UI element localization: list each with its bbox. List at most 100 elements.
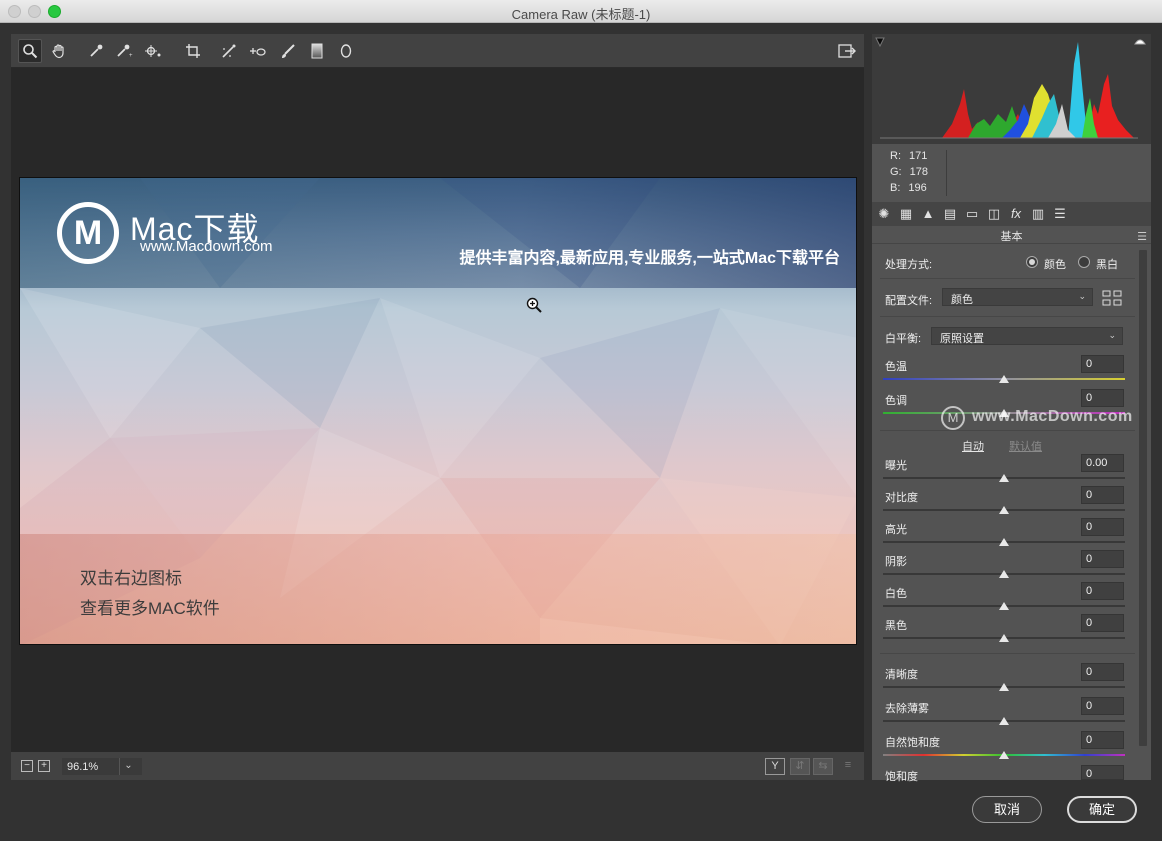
panel-tabs: ✺ ▦ ▲ ▤ ▭ ◫ fx ▥ ☰ (872, 202, 1151, 226)
copy-settings-button[interactable]: ⇆ (813, 758, 833, 775)
treatment-bw-radio[interactable] (1078, 256, 1090, 268)
tab-split-toning-icon[interactable]: ▭ (963, 205, 981, 223)
temperature-slider-thumb[interactable] (999, 375, 1009, 383)
slider-label-whites: 白色 (885, 588, 907, 600)
dehaze-slider-thumb[interactable] (999, 717, 1009, 725)
toggle-settings-button[interactable]: ≡ (838, 758, 858, 775)
whites-value-field[interactable]: 0 (1081, 582, 1124, 600)
rgb-readout: R: 171 G: 178 B: 196 (872, 144, 1151, 202)
hand-tool-icon[interactable] (47, 39, 71, 63)
auto-link[interactable]: 自动 (962, 438, 984, 454)
hint-line-1: 双击右边图标 (80, 569, 182, 588)
white-balance-select[interactable]: 原照设置 ⌄ (931, 327, 1123, 345)
white-balance-tool-icon[interactable] (84, 39, 108, 63)
temperature-value-field[interactable]: 0 (1081, 355, 1124, 373)
slider-label-contrast: 对比度 (885, 492, 918, 504)
cancel-button[interactable]: 取消 (972, 796, 1042, 823)
dehaze-value-field[interactable]: 0 (1081, 697, 1124, 715)
profile-label: 配置文件: (885, 295, 933, 307)
ok-button[interactable]: 确定 (1067, 796, 1137, 823)
hint-line-2: 查看更多MAC软件 (80, 599, 220, 618)
tab-calibration-icon[interactable]: ▥ (1029, 205, 1047, 223)
shadows-value-field[interactable]: 0 (1081, 550, 1124, 568)
crop-tool-icon[interactable] (181, 39, 205, 63)
panel-menu-icon[interactable]: ☰ (1137, 230, 1147, 243)
macdown-logo-icon: M (57, 202, 119, 264)
highlights-value-field[interactable]: 0 (1081, 518, 1124, 536)
saturation-value-field[interactable]: 0 (1081, 765, 1124, 780)
slider-label-dehaze: 去除薄雾 (885, 703, 929, 715)
zoom-dropdown-chevron-icon[interactable]: ⌄ (119, 758, 137, 775)
treatment-color-label: 颜色 (1044, 259, 1066, 271)
tab-lens-corrections-icon[interactable]: ◫ (985, 205, 1003, 223)
slider-label-saturation: 饱和度 (885, 771, 918, 783)
tool-bar: + (11, 34, 864, 68)
profile-value: 颜色 (951, 294, 973, 306)
straighten-tool-icon[interactable] (217, 39, 241, 63)
whites-slider-thumb[interactable] (999, 602, 1009, 610)
tab-basic-aperture-icon[interactable]: ✺ (875, 205, 893, 223)
r-label: R: (890, 150, 901, 162)
slider-label-clarity: 清晰度 (885, 669, 918, 681)
default-link[interactable]: 默认值 (1009, 438, 1042, 454)
window-title: Camera Raw (未标题-1) (511, 7, 651, 22)
tint-value-field[interactable]: 0 (1081, 389, 1124, 407)
swap-settings-button[interactable]: ⇵ (790, 758, 810, 775)
profile-browser-grid-icon[interactable] (1102, 290, 1122, 306)
blacks-slider-thumb[interactable] (999, 634, 1009, 642)
contrast-slider-thumb[interactable] (999, 506, 1009, 514)
radial-filter-tool-icon[interactable] (334, 39, 358, 63)
vibrance-value-field[interactable]: 0 (1081, 731, 1124, 749)
vibrance-slider-thumb[interactable] (999, 751, 1009, 759)
readout-divider (946, 150, 947, 196)
clarity-value-field[interactable]: 0 (1081, 663, 1124, 681)
shadows-slider-thumb[interactable] (999, 570, 1009, 578)
panel-title: 基本 (872, 228, 1151, 244)
watermark-logo-icon: M (941, 406, 965, 430)
bottom-banner (20, 534, 856, 644)
white-balance-label: 白平衡: (885, 333, 922, 345)
treatment-color-radio[interactable] (1026, 256, 1038, 268)
slider-label-exposure: 曝光 (885, 460, 907, 472)
divider (880, 430, 1135, 431)
before-after-toggle-button[interactable]: Y (765, 758, 785, 775)
slider-label-vibrance: 自然饱和度 (885, 737, 940, 749)
treatment-bw-label: 黑白 (1096, 259, 1118, 271)
zoom-in-button[interactable]: + (38, 760, 50, 772)
contrast-value-field[interactable]: 0 (1081, 486, 1124, 504)
clarity-slider-thumb[interactable] (999, 683, 1009, 691)
slogan-text: 提供丰富内容,最新应用,专业服务,一站式Mac下载平台 (459, 250, 840, 267)
g-label: G: (890, 166, 902, 178)
watermark-text: www.MacDown.com (972, 408, 1133, 425)
b-value: 196 (908, 182, 927, 194)
tab-hsl-icon[interactable]: ▤ (941, 205, 959, 223)
blacks-value-field[interactable]: 0 (1081, 614, 1124, 632)
spot-removal-tool-icon[interactable] (246, 39, 270, 63)
exposure-value-field[interactable]: 0.00 (1081, 454, 1124, 472)
zoom-out-button[interactable]: − (21, 760, 33, 772)
histogram-graph (875, 37, 1146, 139)
open-preferences-icon[interactable] (835, 39, 859, 63)
panel-scrollbar[interactable] (1139, 250, 1147, 746)
tab-effects-fx-icon[interactable]: fx (1007, 205, 1025, 223)
profile-select[interactable]: 颜色 ⌄ (942, 288, 1093, 306)
highlights-slider-thumb[interactable] (999, 538, 1009, 546)
targeted-adjustment-tool-icon[interactable] (141, 39, 165, 63)
exposure-slider-thumb[interactable] (999, 474, 1009, 482)
treatment-label: 处理方式: (885, 259, 933, 271)
window-titlebar: Camera Raw (未标题-1) (0, 0, 1162, 23)
adjustment-brush-tool-icon[interactable] (276, 39, 300, 63)
slider-label-shadows: 阴影 (885, 556, 907, 568)
slider-label-blacks: 黑色 (885, 620, 907, 632)
tab-tone-curve-icon[interactable]: ▦ (897, 205, 915, 223)
zoom-in-cursor-icon (526, 297, 542, 313)
preview-image[interactable]: M Mac下载 www.Macdown.com 提供丰富内容,最新应用,专业服务… (19, 177, 857, 645)
color-sampler-tool-icon[interactable]: + (112, 39, 136, 63)
right-panel: R: 171 G: 178 B: 196 ✺ ▦ ▲ ▤ ▭ ◫ fx ▥ ☰ 基本 … (872, 34, 1151, 783)
divider (880, 278, 1135, 279)
tab-detail-icon[interactable]: ▲ (919, 205, 937, 223)
zoom-tool-icon[interactable] (18, 39, 42, 63)
graduated-filter-tool-icon[interactable] (305, 39, 329, 63)
tab-presets-icon[interactable]: ☰ (1051, 205, 1069, 223)
chevron-down-icon: ⌄ (1108, 330, 1116, 340)
